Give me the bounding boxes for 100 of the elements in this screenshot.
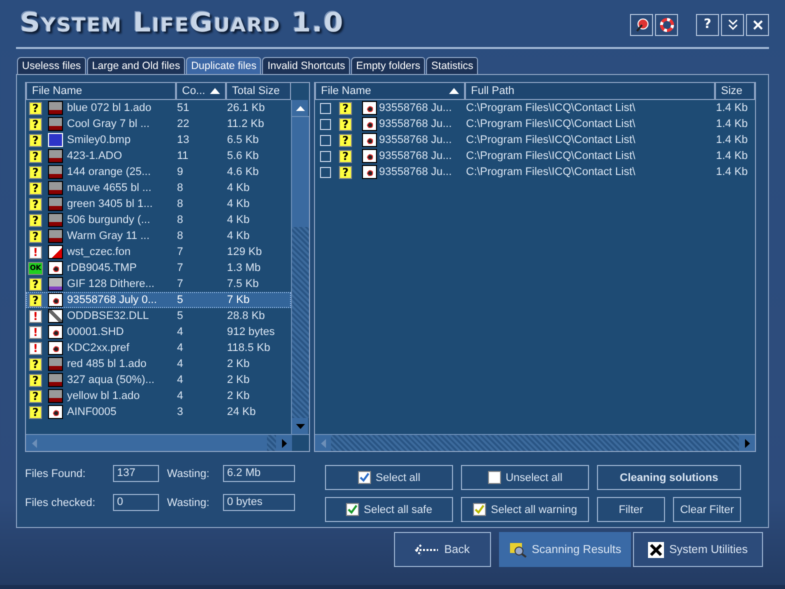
empty-checkbox-icon (488, 471, 501, 484)
nav-button[interactable]: Back (394, 532, 491, 567)
checkmark-icon (346, 503, 359, 516)
file-name: wst_czec.fon (66, 246, 132, 258)
scroll-track[interactable] (267, 435, 276, 451)
close-icon[interactable] (746, 14, 769, 36)
lifebuoy-icon[interactable] (655, 14, 678, 36)
action-button[interactable]: Select all (325, 465, 453, 490)
file-row[interactable]: ? yellow bl 1.ado 4 2 Kb (26, 388, 291, 404)
action-button[interactable]: Filter (597, 497, 665, 522)
column-label: Co... (182, 85, 206, 97)
scroll-right-icon[interactable] (739, 435, 755, 451)
tab[interactable]: Empty folders (351, 57, 426, 74)
checkmark-icon (358, 471, 371, 484)
question-icon: ? (339, 150, 352, 162)
file-row[interactable]: ? AINF0005 3 24 Kb (26, 404, 291, 420)
duplicate-count: 8 (176, 198, 184, 210)
stat-label: Files checked: (25, 496, 96, 508)
checkbox[interactable] (320, 166, 331, 178)
total-size: 4 Kb (226, 214, 251, 226)
scroll-down-icon[interactable] (292, 418, 308, 434)
action-button[interactable]: Select all warning (461, 497, 589, 522)
duplicate-count: 22 (176, 118, 190, 130)
duplicate-count: 4 (176, 342, 184, 354)
image-file-icon (48, 149, 63, 163)
file-row[interactable]: ! ODDBSE32.DLL 5 28.8 Kb (26, 308, 291, 324)
stat-field: 0 bytes (223, 494, 295, 511)
file-row[interactable]: ? 423-1.ADO 11 5.6 Kb (26, 148, 291, 164)
copy-row[interactable]: ? 93558768 Ju... C:\Program Files\ICQ\Contact List\ 1.4 Kb (315, 116, 755, 132)
file-row[interactable]: ! wst_czec.fon 7 129 Kb (26, 244, 291, 260)
file-name: yellow bl 1.ado (66, 390, 141, 402)
file-row[interactable]: ? GIF 128 Dithere... 7 7.5 Kb (26, 276, 291, 292)
copy-row[interactable]: ? 93558768 Ju... C:\Program Files\ICQ\Contact List\ 1.4 Kb (315, 100, 755, 116)
document-file-icon (362, 133, 377, 147)
file-row[interactable]: ? Warm Gray 11 ... 8 4 Kb (26, 228, 291, 244)
duplicate-count: 5 (176, 310, 184, 322)
total-size: 129 Kb (226, 246, 263, 258)
horizontal-scrollbar[interactable] (26, 434, 309, 451)
file-row[interactable]: ? 144 orange (25... 9 4.6 Kb (26, 164, 291, 180)
file-row[interactable]: ? 506 burgundy (... 8 4 Kb (26, 212, 291, 228)
action-button[interactable]: Select all safe (325, 497, 453, 522)
file-row[interactable]: ? green 3405 bl 1... 8 4 Kb (26, 196, 291, 212)
file-row[interactable]: ? mauve 4655 bl ... 8 4 Kb (26, 180, 291, 196)
total-size: 26.1 Kb (226, 102, 266, 114)
total-size: 4 Kb (226, 182, 251, 194)
stat-label: Wasting: (167, 496, 210, 508)
question-icon: ? (29, 182, 42, 194)
file-row[interactable]: ? red 485 bl 1.ado 4 2 Kb (26, 356, 291, 372)
column-header[interactable]: File Name (26, 83, 176, 100)
checkbox[interactable] (320, 134, 331, 146)
document-file-icon (362, 165, 377, 179)
help-button[interactable]: ? (696, 14, 719, 36)
action-button[interactable]: Cleaning solutions (597, 465, 741, 490)
file-row[interactable]: ? blue 072 bl 1.ado 51 26.1 Kb (26, 100, 291, 116)
copy-row[interactable]: ? 93558768 Ju... C:\Program Files\ICQ\Contact List\ 1.4 Kb (315, 148, 755, 164)
total-size: 7 Kb (226, 294, 251, 306)
column-header[interactable]: Total Size (226, 83, 291, 100)
file-row[interactable]: ! KDC2xx.pref 4 118.5 Kb (26, 340, 291, 356)
tab[interactable]: Duplicate files (186, 57, 262, 74)
minimize-icon[interactable] (721, 14, 744, 36)
action-button[interactable]: Unselect all (461, 465, 589, 490)
file-row[interactable]: ! 00001.SHD 4 912 bytes (26, 324, 291, 340)
duplicate-count: 8 (176, 182, 184, 194)
checkbox[interactable] (320, 102, 331, 114)
document-file-icon (48, 325, 63, 339)
tab[interactable]: Invalid Shortcuts (262, 57, 350, 74)
tab[interactable]: Useless files (17, 57, 86, 74)
vertical-scrollbar[interactable] (291, 100, 309, 434)
stat-label: Wasting: (167, 468, 210, 480)
total-size: 11.2 Kb (226, 118, 266, 130)
scroll-up-icon[interactable] (292, 100, 308, 116)
column-header[interactable]: File Name (315, 83, 465, 100)
action-button[interactable]: Clear Filter (673, 497, 741, 522)
file-name: red 485 bl 1.ado (66, 358, 148, 370)
file-row[interactable]: ? 93558768 July 0... 5 7 Kb (26, 292, 291, 308)
scroll-thumb[interactable] (42, 435, 267, 451)
duplicate-count: 8 (176, 230, 184, 242)
tab[interactable]: Statistics (426, 57, 478, 74)
scroll-right-icon[interactable] (276, 435, 292, 451)
copy-row[interactable]: ? 93558768 Ju... C:\Program Files\ICQ\Contact List\ 1.4 Kb (315, 164, 755, 180)
nav-button[interactable]: Scanning Results (499, 532, 631, 567)
full-path: C:\Program Files\ICQ\Contact List\ (465, 118, 636, 130)
file-row[interactable]: ? Smiley0.bmp 13 6.5 Kb (26, 132, 291, 148)
nav-button[interactable]: System Utilities (633, 532, 763, 567)
image-file-icon (48, 181, 63, 195)
column-header[interactable]: Co... (176, 83, 226, 100)
column-header[interactable]: Full Path (465, 83, 715, 100)
checkbox[interactable] (320, 118, 331, 130)
file-row[interactable]: ? Cool Gray 7 bl ... 22 11.2 Kb (26, 116, 291, 132)
copy-row[interactable]: ? 93558768 Ju... C:\Program Files\ICQ\Contact List\ 1.4 Kb (315, 132, 755, 148)
document-file-icon (48, 341, 63, 355)
file-name: 327 aqua (50%)... (66, 374, 156, 386)
column-header[interactable]: Size (715, 83, 755, 100)
scroll-thumb[interactable] (292, 116, 309, 227)
tab[interactable]: Large and Old files (86, 57, 186, 74)
file-name: GIF 128 Dithere... (66, 278, 156, 290)
document-file-icon (362, 101, 377, 115)
checkbox[interactable] (320, 150, 331, 162)
file-row[interactable]: ? 327 aqua (50%)... 4 2 Kb (26, 372, 291, 388)
file-name: rDB9045.TMP (66, 262, 138, 274)
